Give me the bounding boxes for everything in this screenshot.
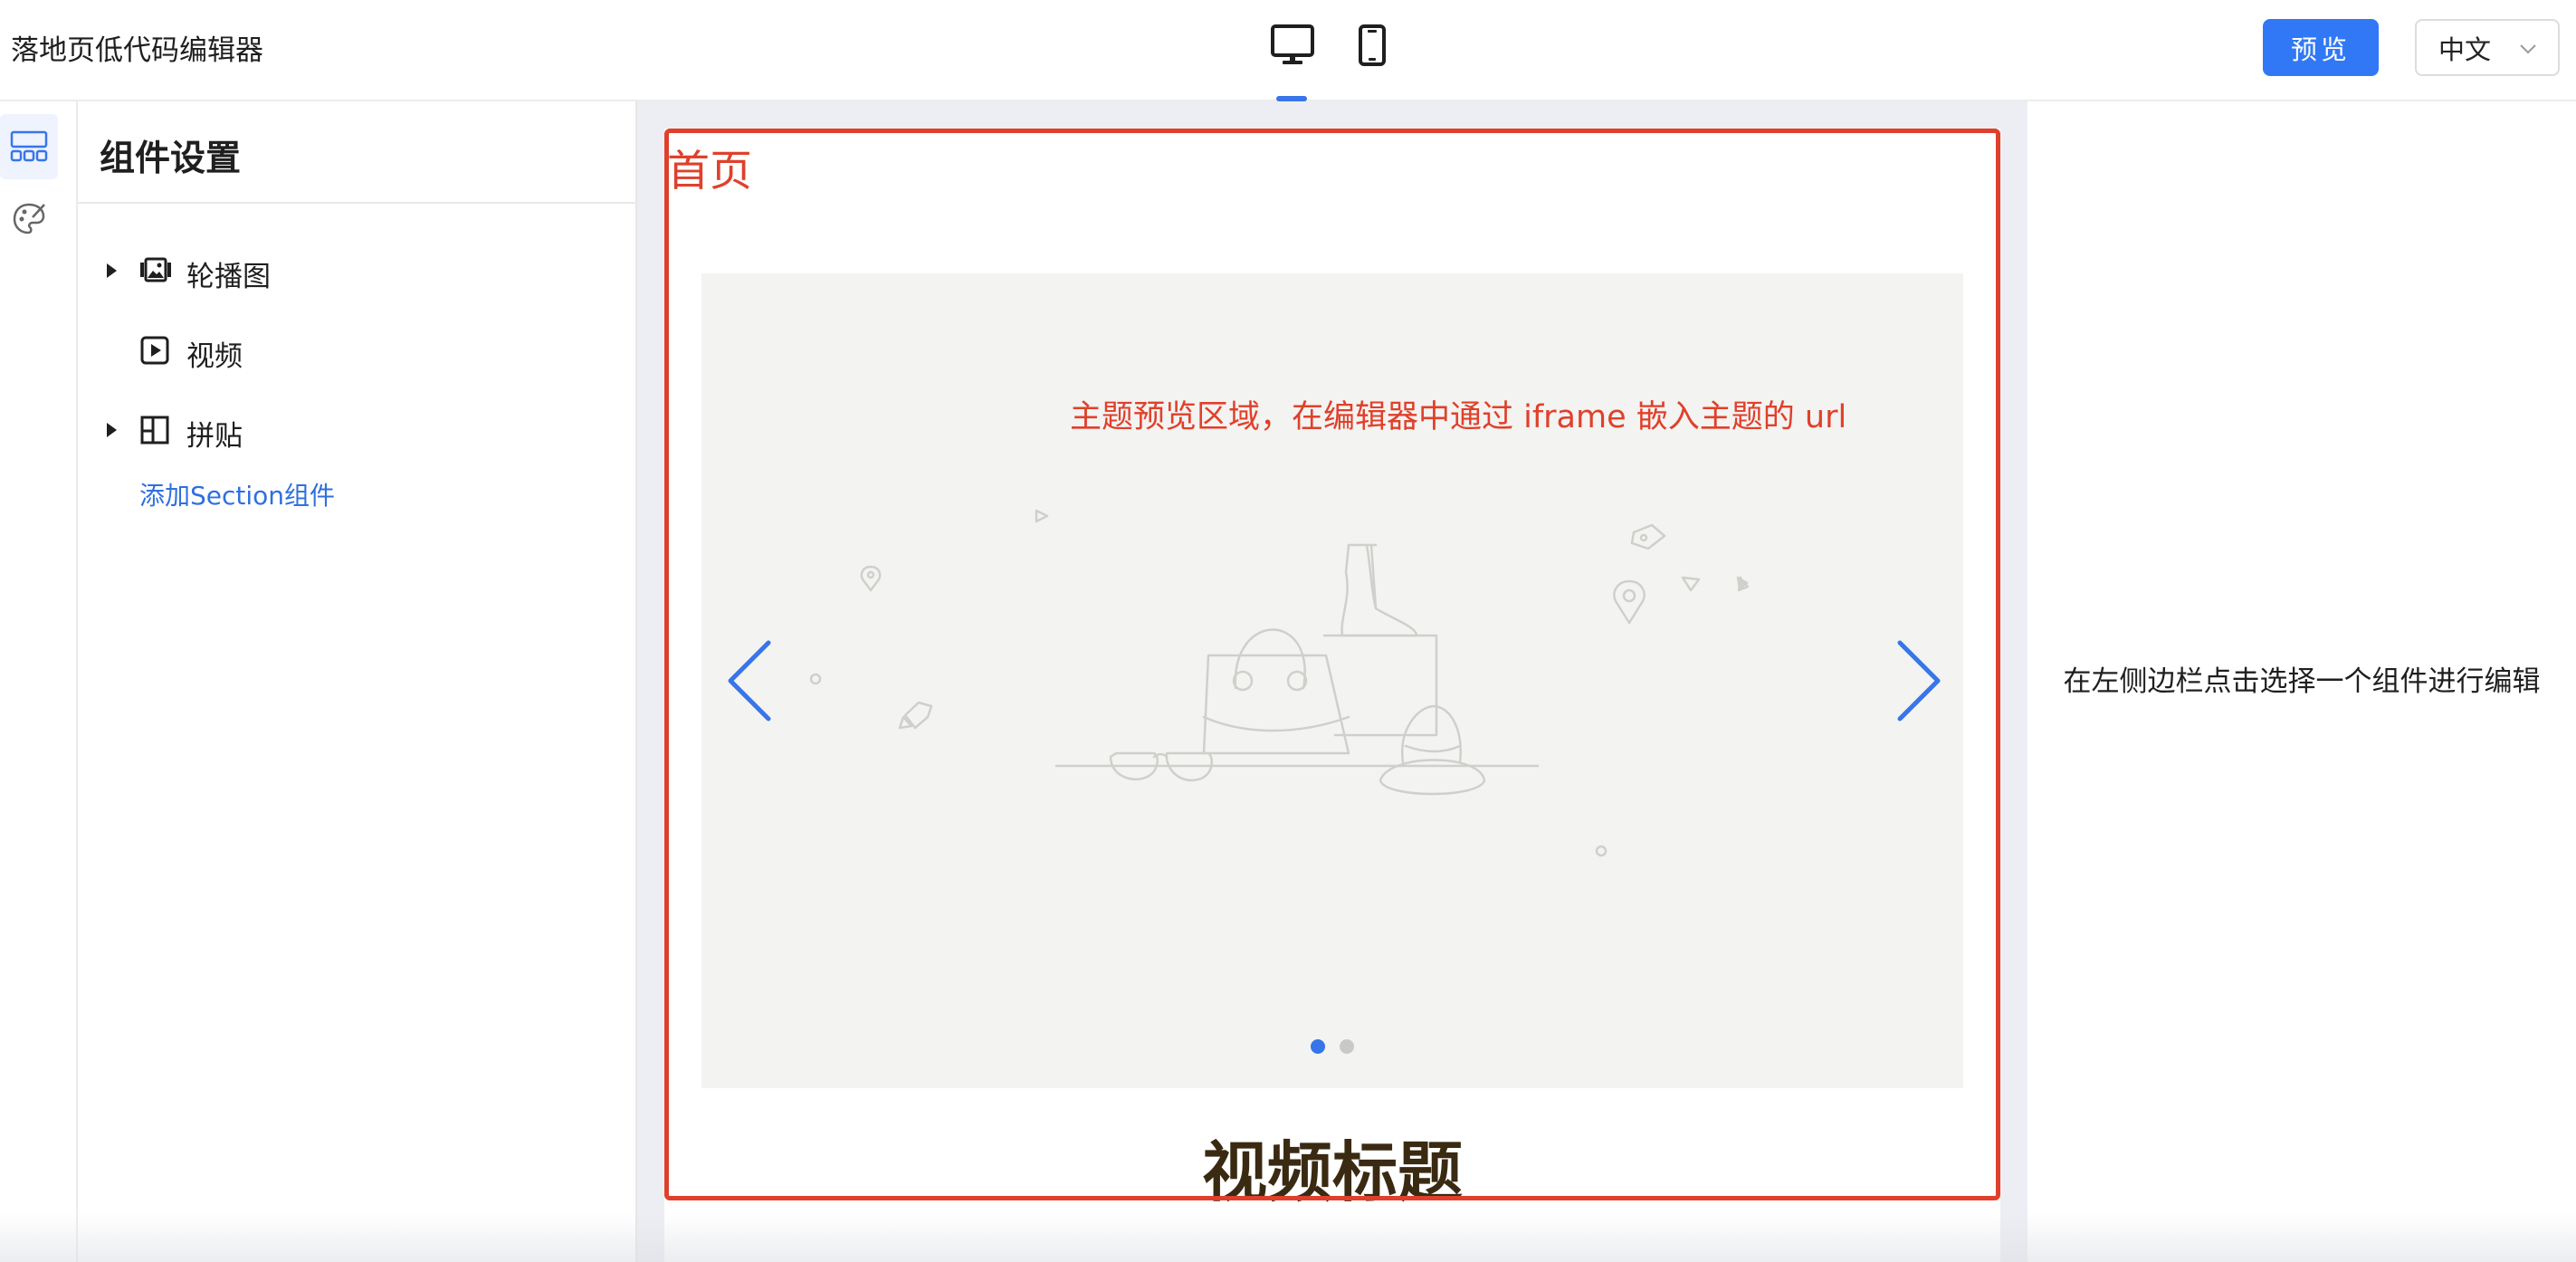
tree-item-carousel[interactable]: 轮播图	[78, 243, 621, 297]
carousel-prev-button[interactable]	[718, 636, 781, 726]
tree-item-collage[interactable]: 拼贴	[78, 402, 621, 456]
chevron-down-icon	[2520, 44, 2536, 54]
carousel-image-icon	[140, 257, 171, 282]
tree-item-label: 轮播图	[186, 261, 271, 293]
component-editor-panel: 在左侧边栏点击选择一个组件进行编辑	[2027, 101, 2576, 1262]
chevron-left-icon	[728, 640, 771, 722]
carousel-dot[interactable]	[1340, 1039, 1354, 1054]
desktop-icon	[1271, 24, 1314, 64]
mobile-view-button[interactable]	[1345, 18, 1399, 72]
video-play-icon	[140, 336, 169, 365]
language-select[interactable]: 中文	[2415, 19, 2560, 76]
caret-right-icon[interactable]	[105, 263, 118, 279]
rail-components-button[interactable]	[0, 114, 58, 179]
carousel-next-button[interactable]	[1887, 636, 1951, 726]
panel-title: 组件设置	[100, 139, 242, 179]
chevron-right-icon	[1897, 640, 1941, 722]
page-label: 首页	[667, 147, 752, 196]
preview-button[interactable]: 预览	[2263, 19, 2379, 76]
carousel-pagination	[1311, 1039, 1354, 1054]
components-icon	[10, 130, 48, 162]
component-settings-panel: 组件设置 轮播图 视频 拼贴 添加Section组件	[78, 101, 637, 1262]
language-value: 中文	[2438, 33, 2492, 65]
caret-right-icon[interactable]	[105, 422, 118, 438]
video-section-title: 视频标题	[1201, 1134, 1463, 1210]
mobile-icon	[1359, 24, 1386, 66]
tree-item-video[interactable]: 视频	[78, 322, 621, 377]
app-title: 落地页低代码编辑器	[11, 34, 263, 67]
preview-area-note: 主题预览区域，在编辑器中通过 iframe 嵌入主题的 url	[1070, 399, 1847, 435]
theme-palette-icon	[13, 203, 45, 234]
tree-item-label: 视频	[186, 340, 243, 373]
carousel-dot-active[interactable]	[1311, 1039, 1325, 1054]
desktop-view-button[interactable]	[1265, 18, 1320, 72]
top-header: 落地页低代码编辑器 预览 中文	[0, 0, 2576, 101]
left-icon-rail	[0, 101, 78, 1262]
rail-theme-button[interactable]	[0, 186, 58, 252]
tree-item-label: 拼贴	[186, 420, 243, 453]
add-section-link[interactable]: 添加Section组件	[139, 476, 335, 512]
panel-divider	[78, 202, 637, 204]
collage-layout-icon	[140, 416, 169, 445]
editor-empty-hint: 在左侧边栏点击选择一个组件进行编辑	[2063, 665, 2541, 698]
carousel[interactable]: 主题预览区域，在编辑器中通过 iframe 嵌入主题的 url	[701, 273, 1963, 1088]
